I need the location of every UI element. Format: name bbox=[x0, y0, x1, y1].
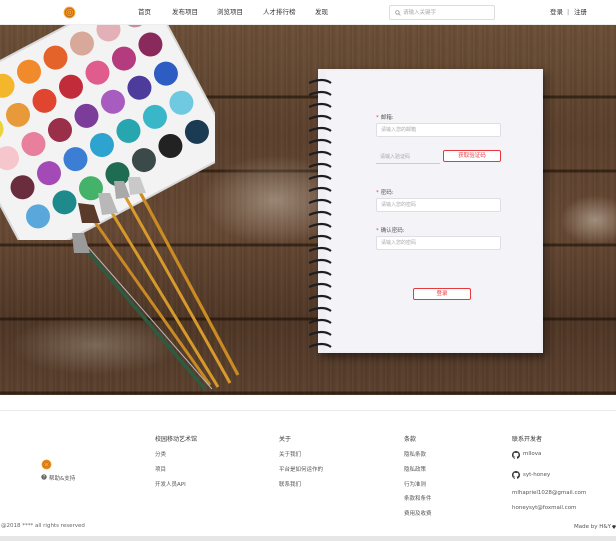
email-link-1[interactable]: mlhapriel1028@gmail.com bbox=[512, 490, 586, 496]
login-link[interactable]: 登录 bbox=[550, 0, 563, 25]
footer-link-code-of-conduct[interactable]: 行为准则 bbox=[404, 480, 426, 488]
footer-link-about-us[interactable]: 关于我们 bbox=[279, 450, 301, 458]
search-box[interactable] bbox=[389, 5, 495, 20]
wood-highlight bbox=[560, 195, 616, 245]
github-icon bbox=[512, 471, 520, 479]
password-label: * 密码: bbox=[376, 190, 394, 196]
nav-home[interactable]: 首页 bbox=[138, 0, 151, 25]
help-support-link[interactable]: 帮助&支持 bbox=[49, 474, 75, 482]
footer-link-developer-api[interactable]: 开发人员API bbox=[155, 480, 186, 488]
github-icon bbox=[512, 451, 520, 459]
footer-logo-icon bbox=[41, 459, 52, 470]
paint-brushes-image bbox=[72, 177, 240, 391]
footer-link-privacy-policy[interactable]: 隐私政策 bbox=[404, 465, 426, 473]
nav-publish-project[interactable]: 发布项目 bbox=[172, 0, 198, 25]
confirm-password-label: * 确认密码: bbox=[376, 228, 405, 234]
auth-separator: | bbox=[567, 8, 570, 16]
confirm-password-label-text: 确认密码: bbox=[380, 228, 405, 234]
footer-divider bbox=[0, 410, 616, 411]
hero-background bbox=[0, 25, 616, 395]
made-by-text: Made by H&Y bbox=[574, 524, 612, 530]
register-link[interactable]: 注册 bbox=[574, 0, 587, 25]
password-field[interactable] bbox=[376, 198, 501, 212]
bottom-scroll-bar bbox=[0, 536, 616, 541]
verification-code-field[interactable] bbox=[376, 150, 440, 164]
footer-link-project[interactable]: 项目 bbox=[155, 465, 166, 473]
footer-col-developers-title: 联系开发者 bbox=[512, 436, 543, 443]
github-link-mllova[interactable]: mllova bbox=[523, 451, 541, 457]
footer-link-terms-conditions[interactable]: 条款和条件 bbox=[404, 494, 432, 502]
search-input[interactable] bbox=[403, 7, 491, 19]
get-code-button[interactable]: 获取验证码 bbox=[443, 150, 501, 162]
nav-browse-projects[interactable]: 浏览项目 bbox=[217, 0, 243, 25]
footer-link-fees[interactable]: 费用及收费 bbox=[404, 509, 432, 517]
spiral-binding-image bbox=[308, 78, 332, 349]
footer-link-contact-us[interactable]: 联系我们 bbox=[279, 480, 301, 488]
footer-col-museum-title: 校园移动艺术馆 bbox=[155, 436, 198, 443]
github-link-syt-honey[interactable]: syt-honey bbox=[523, 472, 550, 478]
email-label-text: 邮箱: bbox=[380, 115, 394, 121]
footer-link-privacy-terms[interactable]: 隐私条款 bbox=[404, 450, 426, 458]
heart-icon bbox=[612, 525, 616, 529]
svg-text:?: ? bbox=[43, 475, 45, 480]
footer-col-about-title: 关于 bbox=[279, 436, 292, 443]
top-header: 首页 发布项目 浏览项目 人才排行榜 发现 登录 | 注册 bbox=[0, 0, 616, 25]
help-icon: ? bbox=[41, 474, 47, 480]
copyright-text: @2018 **** all rights reserved bbox=[1, 523, 85, 529]
footer-col-terms-title: 条款 bbox=[404, 436, 417, 443]
email-link-2[interactable]: honeysyt@foxmail.com bbox=[512, 505, 576, 511]
email-label: * 邮箱: bbox=[376, 115, 394, 121]
nav-talent-ranking[interactable]: 人才排行榜 bbox=[263, 0, 296, 25]
nav-discover[interactable]: 发现 bbox=[315, 0, 328, 25]
search-icon bbox=[395, 10, 401, 16]
footer-link-how-it-works[interactable]: 平台是如何运作的 bbox=[279, 465, 323, 473]
site-logo-icon[interactable] bbox=[63, 6, 76, 19]
confirm-password-field[interactable] bbox=[376, 236, 501, 250]
email-field[interactable] bbox=[376, 123, 501, 137]
footer-link-category[interactable]: 分类 bbox=[155, 450, 166, 458]
password-label-text: 密码: bbox=[380, 190, 394, 196]
submit-button[interactable]: 登录 bbox=[413, 288, 471, 300]
